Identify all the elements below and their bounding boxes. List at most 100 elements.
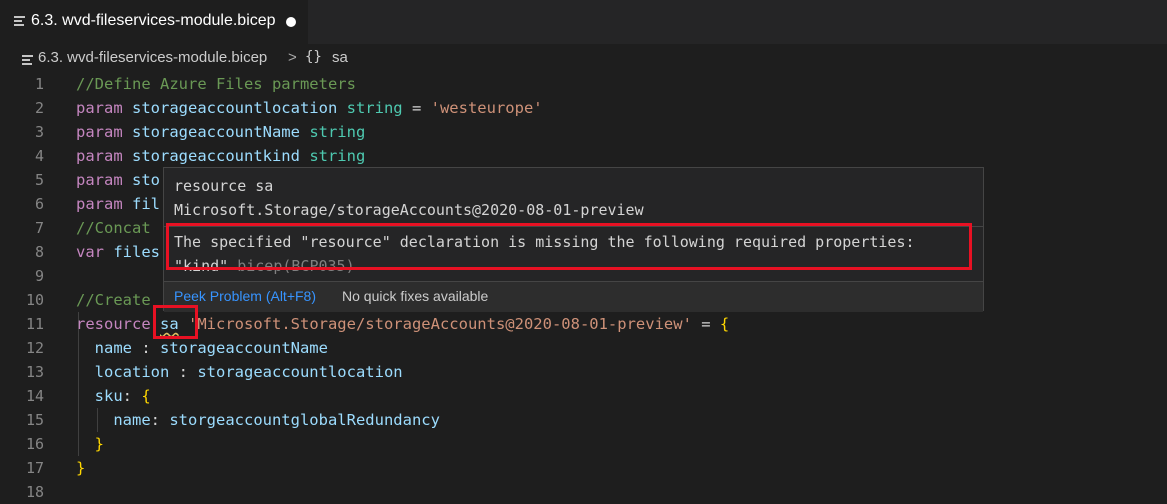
code-line[interactable]: 4 param storageaccountkind string xyxy=(0,144,1167,168)
code-token: storgeaccountglobalRedundancy xyxy=(169,411,440,429)
breadcrumb-separator: > xyxy=(288,49,297,66)
code-token: //Define Azure Files parmeters xyxy=(76,75,356,93)
code-token: : xyxy=(169,363,198,381)
code-token: param xyxy=(76,147,132,165)
code-line[interactable]: 3 param storageaccountName string xyxy=(0,120,1167,144)
editor-tab[interactable]: 6.3. wvd-fileservices-module.bicep xyxy=(0,0,308,44)
code-token: } xyxy=(76,435,104,453)
code-token: //Concat xyxy=(76,219,151,237)
code-token: string xyxy=(309,147,366,165)
code-line[interactable]: 13 location : storageaccountlocation xyxy=(0,360,1167,384)
code-token: var xyxy=(76,243,114,261)
code-token: sku xyxy=(76,387,123,405)
code-token: fil xyxy=(132,195,160,213)
code-text: param fil xyxy=(76,192,160,216)
tab-bar: 6.3. wvd-fileservices-module.bicep xyxy=(0,0,1167,44)
file-lines-icon xyxy=(14,14,25,28)
breadcrumb-symbol[interactable]: sa xyxy=(332,49,348,66)
code-token: name xyxy=(76,339,132,357)
line-number: 8 xyxy=(34,243,44,261)
code-token: : xyxy=(132,339,160,357)
code-token: storageaccountlocation xyxy=(197,363,403,381)
code-token: storageaccountkind xyxy=(132,147,310,165)
code-line[interactable]: 18 xyxy=(0,480,1167,504)
symbol-highlight-box xyxy=(153,305,198,339)
hover-status-bar: Peek Problem (Alt+F8) No quick fixes ava… xyxy=(164,281,983,312)
line-number: 6 xyxy=(34,195,44,213)
code-token: : xyxy=(122,387,142,405)
line-number: 9 xyxy=(34,267,44,285)
code-token: location xyxy=(76,363,170,381)
line-number: 18 xyxy=(25,483,44,501)
code-token: name xyxy=(76,411,151,429)
breadcrumb: 6.3. wvd-fileservices-module.bicep > {} … xyxy=(0,44,1167,72)
no-quick-fixes-text: No quick fixes available xyxy=(342,288,489,304)
code-token: string xyxy=(309,123,366,141)
code-token: param xyxy=(76,195,132,213)
code-text: name : storageaccountName xyxy=(76,336,328,360)
line-number: 15 xyxy=(25,411,44,429)
code-token: files xyxy=(113,243,160,261)
code-token: 'westeurope' xyxy=(430,99,543,117)
code-line[interactable]: 14 sku: { xyxy=(0,384,1167,408)
code-token: { xyxy=(719,315,730,333)
code-text: //Concat xyxy=(76,216,151,240)
unsaved-dot-icon[interactable] xyxy=(286,17,296,27)
code-token: storageaccountlocation xyxy=(132,99,347,117)
code-text: var files xyxy=(76,240,160,264)
line-number: 17 xyxy=(25,459,44,477)
tab-title: 6.3. wvd-fileservices-module.bicep xyxy=(31,12,276,29)
code-text: param storageaccountkind string xyxy=(76,144,365,168)
hover-signature-line: Microsoft.Storage/storageAccounts@2020-0… xyxy=(174,201,644,219)
code-text: sku: { xyxy=(76,384,151,408)
line-number: 12 xyxy=(25,339,44,357)
file-lines-icon xyxy=(22,53,33,67)
code-text: location : storageaccountlocation xyxy=(76,360,403,384)
code-token: string xyxy=(346,99,403,117)
code-token: } xyxy=(76,459,86,477)
line-number: 11 xyxy=(25,315,44,333)
hover-signature: resource sa Microsoft.Storage/storageAcc… xyxy=(174,174,644,222)
code-token: 'Microsoft.Storage/storageAccounts@2020-… xyxy=(178,315,692,333)
breadcrumb-file[interactable]: 6.3. wvd-fileservices-module.bicep xyxy=(38,49,267,66)
code-text: //Create xyxy=(76,288,151,312)
code-line[interactable]: 15 name: storgeaccountglobalRedundancy xyxy=(0,408,1167,432)
code-line[interactable]: 1 //Define Azure Files parmeters xyxy=(0,72,1167,96)
code-token: param xyxy=(76,171,132,189)
code-token: //Create xyxy=(76,291,151,309)
symbol-braces-icon: {} xyxy=(305,49,322,65)
code-token: = xyxy=(402,99,431,117)
code-token: param xyxy=(76,99,132,117)
code-token: sto xyxy=(132,171,160,189)
line-number: 4 xyxy=(34,147,44,165)
code-line[interactable]: 17} xyxy=(0,456,1167,480)
code-token: resource xyxy=(76,315,160,333)
code-text: } xyxy=(76,432,104,456)
code-text: name: storgeaccountglobalRedundancy xyxy=(76,408,440,432)
code-text: param sto xyxy=(76,168,160,192)
code-token: storageaccountName xyxy=(132,123,310,141)
code-text: //Define Azure Files parmeters xyxy=(76,72,356,96)
error-message-highlight-box xyxy=(166,223,972,270)
code-token: : xyxy=(150,411,170,429)
code-token: = xyxy=(691,315,720,333)
line-number: 3 xyxy=(34,123,44,141)
hover-signature-line: resource sa xyxy=(174,177,274,195)
line-number: 7 xyxy=(34,219,44,237)
line-number: 2 xyxy=(34,99,44,117)
line-number: 14 xyxy=(25,387,44,405)
peek-problem-link[interactable]: Peek Problem (Alt+F8) xyxy=(174,288,316,304)
code-text: param storageaccountName string xyxy=(76,120,365,144)
code-text: param storageaccountlocation string = 'w… xyxy=(76,96,543,120)
line-number: 10 xyxy=(25,291,44,309)
code-line[interactable]: 12 name : storageaccountName xyxy=(0,336,1167,360)
code-text: } xyxy=(76,456,85,480)
line-number: 1 xyxy=(34,75,44,93)
line-number: 16 xyxy=(25,435,44,453)
code-line[interactable]: 2 param storageaccountlocation string = '… xyxy=(0,96,1167,120)
code-token: { xyxy=(141,387,151,405)
line-number: 5 xyxy=(34,171,44,189)
code-line[interactable]: 16 } xyxy=(0,432,1167,456)
line-number: 13 xyxy=(25,363,44,381)
code-token: storageaccountName xyxy=(160,339,328,357)
